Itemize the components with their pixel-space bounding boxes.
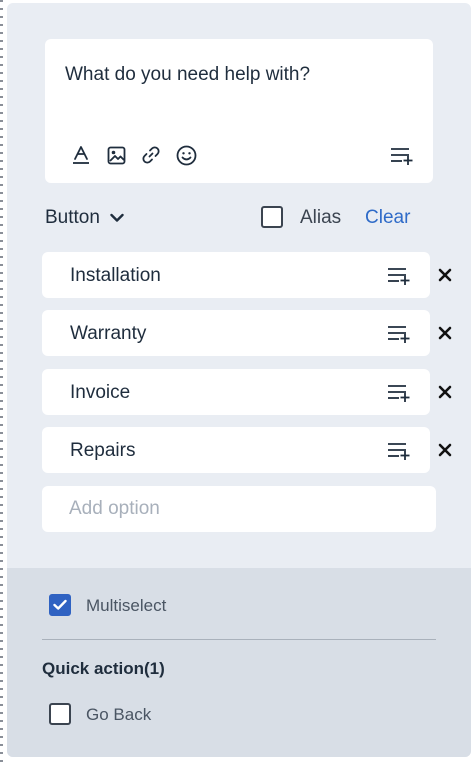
alias-label: Alias	[300, 207, 342, 228]
list-add-icon[interactable]	[386, 264, 412, 286]
settings-section: Multiselect Quick action(1) Go Back	[7, 568, 471, 757]
chevron-down-icon	[110, 213, 124, 222]
list-add-icon[interactable]	[388, 143, 416, 167]
list-add-icon[interactable]	[386, 439, 412, 461]
button-block-panel: What do you need help with? Button Alias…	[7, 3, 471, 757]
checkmark-icon	[53, 599, 67, 610]
option-row[interactable]: Warranty	[42, 310, 430, 356]
option-label[interactable]: Invoice	[70, 382, 130, 404]
option-label[interactable]: Repairs	[70, 440, 135, 462]
option-row[interactable]: Installation	[42, 252, 430, 298]
divider	[42, 639, 436, 640]
quick-action-heading: Quick action(1)	[42, 659, 165, 678]
option-label[interactable]: Warranty	[70, 323, 146, 345]
go-back-checkbox[interactable]	[49, 703, 71, 725]
message-card[interactable]: What do you need help with?	[45, 39, 433, 183]
remove-option-icon[interactable]	[435, 382, 455, 402]
remove-option-icon[interactable]	[435, 323, 455, 343]
list-add-icon[interactable]	[386, 322, 412, 344]
controls-row: Button Alias Clear	[45, 203, 433, 233]
list-add-icon[interactable]	[386, 381, 412, 403]
text-format-icon[interactable]	[69, 143, 93, 167]
dotted-edge	[0, 0, 3, 767]
multiselect-label: Multiselect	[86, 596, 167, 615]
remove-option-icon[interactable]	[435, 265, 455, 285]
remove-option-icon[interactable]	[435, 440, 455, 460]
option-row[interactable]: Repairs	[42, 427, 430, 473]
multiselect-checkbox[interactable]	[49, 594, 71, 616]
image-icon[interactable]	[104, 143, 128, 167]
block-type-label: Button	[45, 207, 100, 228]
block-type-select[interactable]: Button	[45, 203, 124, 233]
message-text[interactable]: What do you need help with?	[65, 64, 310, 86]
emoji-icon[interactable]	[174, 143, 198, 167]
option-row[interactable]: Invoice	[42, 369, 430, 415]
alias-checkbox[interactable]	[261, 206, 283, 228]
clear-button[interactable]: Clear	[365, 207, 410, 229]
go-back-label: Go Back	[86, 705, 152, 724]
add-option-input[interactable]	[42, 486, 436, 532]
option-label[interactable]: Installation	[70, 265, 161, 287]
link-icon[interactable]	[139, 143, 163, 167]
